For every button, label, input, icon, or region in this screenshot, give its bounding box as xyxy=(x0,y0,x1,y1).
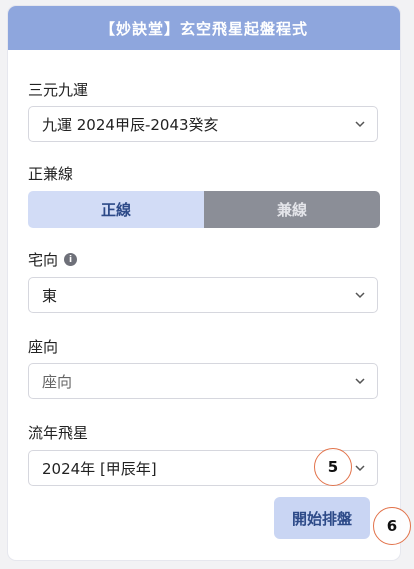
liunian-select-value: 2024年 [甲辰年] xyxy=(42,459,157,478)
start-button[interactable]: 開始排盤 xyxy=(274,497,370,539)
mode-option-jian[interactable]: 兼線 xyxy=(204,191,380,228)
zuo-select[interactable]: 座向 xyxy=(28,363,378,399)
chevron-down-icon xyxy=(355,378,365,385)
zuo-select-placeholder: 座向 xyxy=(42,372,73,391)
liunian-label: 流年飛星 xyxy=(28,424,89,442)
chevron-down-icon xyxy=(355,121,365,128)
zhai-select-value: 東 xyxy=(42,286,58,305)
zhai-select[interactable]: 東 xyxy=(28,277,378,313)
info-icon[interactable]: i xyxy=(64,253,78,266)
zuo-label: 座向 xyxy=(28,338,59,356)
mode-option-zheng[interactable]: 正線 xyxy=(28,191,204,228)
yun-label: 三元九運 xyxy=(28,81,89,99)
yun-select-value: 九運 2024甲辰-2043癸亥 xyxy=(42,115,219,134)
mode-toggle: 正線 兼線 xyxy=(28,191,380,228)
yun-select[interactable]: 九運 2024甲辰-2043癸亥 xyxy=(28,106,378,142)
annotation-marker-6: 6 xyxy=(373,507,411,545)
header-bar: 【妙訣堂】玄空飛星起盤程式 xyxy=(8,6,400,50)
chevron-down-icon xyxy=(355,292,365,299)
annotation-marker-5: 5 xyxy=(314,448,352,486)
chevron-down-icon xyxy=(355,465,365,472)
zhai-label: 宅向 i xyxy=(28,249,78,270)
mode-label: 正兼線 xyxy=(28,165,74,183)
page-title: 【妙訣堂】玄空飛星起盤程式 xyxy=(99,19,308,38)
